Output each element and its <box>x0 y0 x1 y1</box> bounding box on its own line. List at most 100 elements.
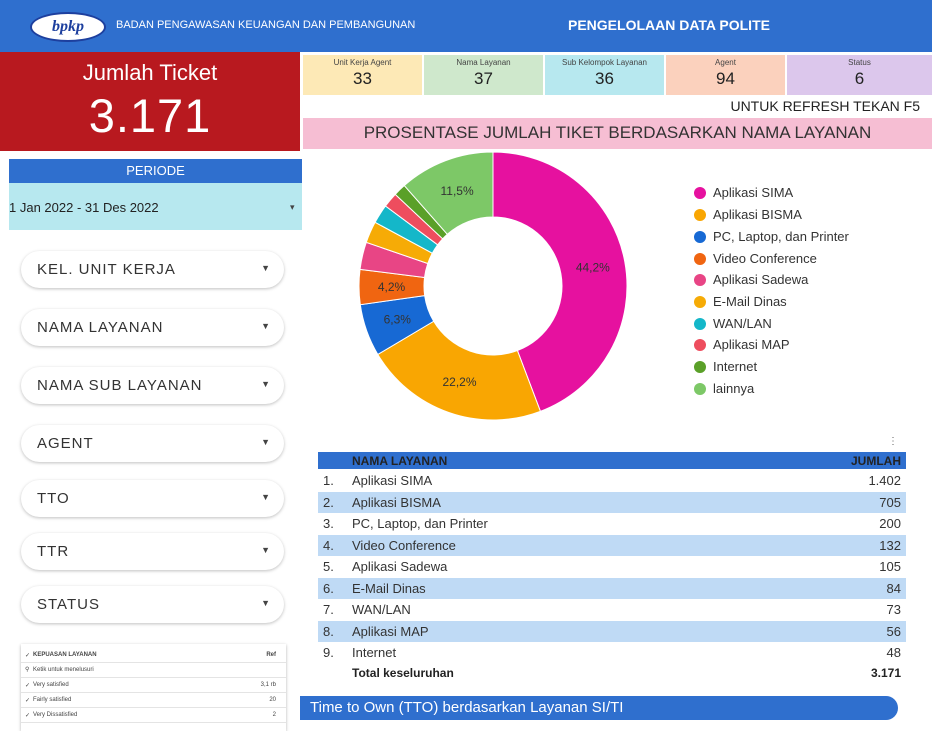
table-row[interactable]: 5. Aplikasi Sadewa 105 <box>318 556 906 578</box>
stat-value: 94 <box>716 69 735 88</box>
total-label: Total keseluruhan <box>352 666 454 680</box>
table-row[interactable]: 2. Aplikasi BISMA 705 <box>318 491 906 513</box>
slice-label: 44,2% <box>576 261 610 275</box>
slice-label: 4,2% <box>378 280 406 294</box>
legend-label: Aplikasi SIMA <box>713 185 794 200</box>
stat-card-nama-layanan: Nama Layanan 37 <box>424 55 543 95</box>
filter-label: STATUS <box>37 596 100 613</box>
legend-dot <box>694 361 706 373</box>
kepuasan-option[interactable]: ✓ Very Dissatisfied 2 <box>21 708 286 723</box>
table-row[interactable]: 6. E-Mail Dinas 84 <box>318 577 906 599</box>
filter-status[interactable]: STATUS ▼ <box>21 586 284 623</box>
checkbox-checked-icon[interactable]: ✓ <box>25 682 30 689</box>
column-header-value[interactable]: JUMLAH <box>851 454 901 468</box>
stat-value: 37 <box>474 69 493 88</box>
chart-title: PROSENTASE JUMLAH TIKET BERDASARKAN NAMA… <box>363 123 872 142</box>
legend-dot <box>694 383 706 395</box>
table-row[interactable]: 4. Video Conference 132 <box>318 534 906 556</box>
legend-label: Aplikasi BISMA <box>713 207 802 222</box>
filter-label: AGENT <box>37 435 94 452</box>
logo-text: bpkp <box>52 18 84 35</box>
legend-label: lainnya <box>713 381 755 396</box>
chevron-down-icon: ▼ <box>261 321 270 331</box>
org-name: BADAN PENGAWASAN KEUANGAN DAN PEMBANGUNA… <box>116 19 416 31</box>
slice-label: 11,5% <box>441 184 474 198</box>
table-row[interactable]: 9. Internet 48 <box>318 642 906 664</box>
chevron-down-icon: ▼ <box>261 263 270 273</box>
stat-label: Agent <box>715 58 736 67</box>
row-value: 73 <box>886 602 901 617</box>
filter-agent[interactable]: AGENT ▼ <box>21 425 284 462</box>
stat-card-agent: Agent 94 <box>666 55 785 95</box>
row-value: 132 <box>879 537 901 553</box>
row-name: Internet <box>352 645 397 660</box>
row-name: Aplikasi BISMA <box>352 494 441 510</box>
filter-kel-unit-kerja[interactable]: KEL. UNIT KERJA ▼ <box>21 251 284 288</box>
row-name: Aplikasi MAP <box>352 623 429 639</box>
row-number: 1. <box>323 473 334 488</box>
header-bar: bpkp BADAN PENGAWASAN KEUANGAN DAN PEMBA… <box>0 0 932 52</box>
kepuasan-filter-panel: ✓ KEPUASAN LAYANAN Ref ⚲ Ketik untuk men… <box>21 644 286 731</box>
more-options-icon[interactable]: ⋮ <box>888 436 898 447</box>
kepuasan-option-count: 2 <box>272 712 276 718</box>
kepuasan-option-count: 3,1 rb <box>260 682 276 688</box>
kepuasan-search-row[interactable]: ⚲ Ketik untuk menelusuri <box>21 663 286 678</box>
legend-dot <box>694 209 706 221</box>
legend-label: Aplikasi Sadewa <box>713 272 809 287</box>
filter-nama-layanan[interactable]: NAMA LAYANAN ▼ <box>21 309 284 346</box>
slice-label: 22,2% <box>442 375 476 389</box>
column-header-name[interactable]: NAMA LAYANAN <box>352 454 447 468</box>
filter-tto[interactable]: TTO ▼ <box>21 480 284 517</box>
kepuasan-header-row[interactable]: ✓ KEPUASAN LAYANAN Ref <box>21 648 286 663</box>
chevron-down-icon: ▼ <box>261 598 270 608</box>
chevron-down-icon: ▼ <box>261 379 270 389</box>
checkbox-checked-icon[interactable]: ✓ <box>25 697 30 704</box>
row-name: E-Mail Dinas <box>352 580 426 596</box>
row-name: Aplikasi Sadewa <box>352 559 448 574</box>
table-row[interactable]: 7. WAN/LAN 73 <box>318 599 906 621</box>
table-row[interactable]: 8. Aplikasi MAP 56 <box>318 620 906 642</box>
stat-label: Status <box>848 58 871 67</box>
legend-label: PC, Laptop, dan Printer <box>713 229 849 244</box>
row-value: 1.402 <box>868 473 901 488</box>
ticket-count-label: Jumlah Ticket <box>82 60 218 85</box>
kepuasan-option-label: Very satisfied <box>33 682 69 688</box>
chevron-down-icon: ▼ <box>261 545 270 555</box>
tto-section-header: Time to Own (TTO) berdasarkan Layanan SI… <box>300 696 898 720</box>
filter-label: NAMA SUB LAYANAN <box>37 377 203 394</box>
legend-dot <box>694 318 706 330</box>
filter-nama-sub-layanan[interactable]: NAMA SUB LAYANAN ▼ <box>21 367 284 404</box>
periode-date-picker[interactable]: 1 Jan 2022 - 31 Des 2022 ▾ <box>9 183 302 230</box>
filter-label: TTR <box>37 543 70 560</box>
row-name: PC, Laptop, dan Printer <box>352 516 488 531</box>
refresh-note: UNTUK REFRESH TEKAN F5 <box>730 98 920 114</box>
stat-label: Nama Layanan <box>456 58 511 67</box>
row-number: 9. <box>323 645 334 660</box>
stat-card-sub-kelompok: Sub Kelompok Layanan 36 <box>545 55 664 95</box>
filter-ttr[interactable]: TTR ▼ <box>21 533 284 570</box>
kepuasan-option[interactable]: ✓ Fairly satisfied 20 <box>21 693 286 708</box>
filter-label: KEL. UNIT KERJA <box>37 261 176 278</box>
donut-chart[interactable]: 44,2% 22,2% 6,3% 4,2% 11,5% <box>340 150 660 440</box>
stat-label: Unit Kerja Agent <box>333 58 392 67</box>
checkbox-checked-icon[interactable]: ✓ <box>25 712 30 719</box>
total-value: 3.171 <box>870 666 901 680</box>
table-row[interactable]: 1. Aplikasi SIMA 1.402 <box>318 470 906 492</box>
row-name: Video Conference <box>352 537 456 553</box>
row-name: Aplikasi SIMA <box>352 473 433 488</box>
ticket-count-value: 3.171 <box>88 89 212 142</box>
kepuasan-search-input[interactable]: Ketik untuk menelusuri <box>33 667 94 673</box>
page-title: PENGELOLAAN DATA POLITE <box>568 17 770 33</box>
table-row[interactable]: 3. PC, Laptop, dan Printer 200 <box>318 513 906 535</box>
legend-dot <box>694 187 706 199</box>
kepuasan-ref-label: Ref <box>266 652 276 658</box>
row-number: 2. <box>323 494 334 510</box>
row-number: 4. <box>323 537 334 553</box>
kepuasan-option[interactable]: ✓ Very satisfied 3,1 rb <box>21 678 286 693</box>
legend-dot <box>694 231 706 243</box>
row-number: 7. <box>323 602 334 617</box>
table-header: NAMA LAYANAN JUMLAH <box>318 452 906 469</box>
row-value: 84 <box>886 580 901 596</box>
legend-label: WAN/LAN <box>713 316 772 331</box>
chevron-down-icon: ▾ <box>290 202 295 212</box>
